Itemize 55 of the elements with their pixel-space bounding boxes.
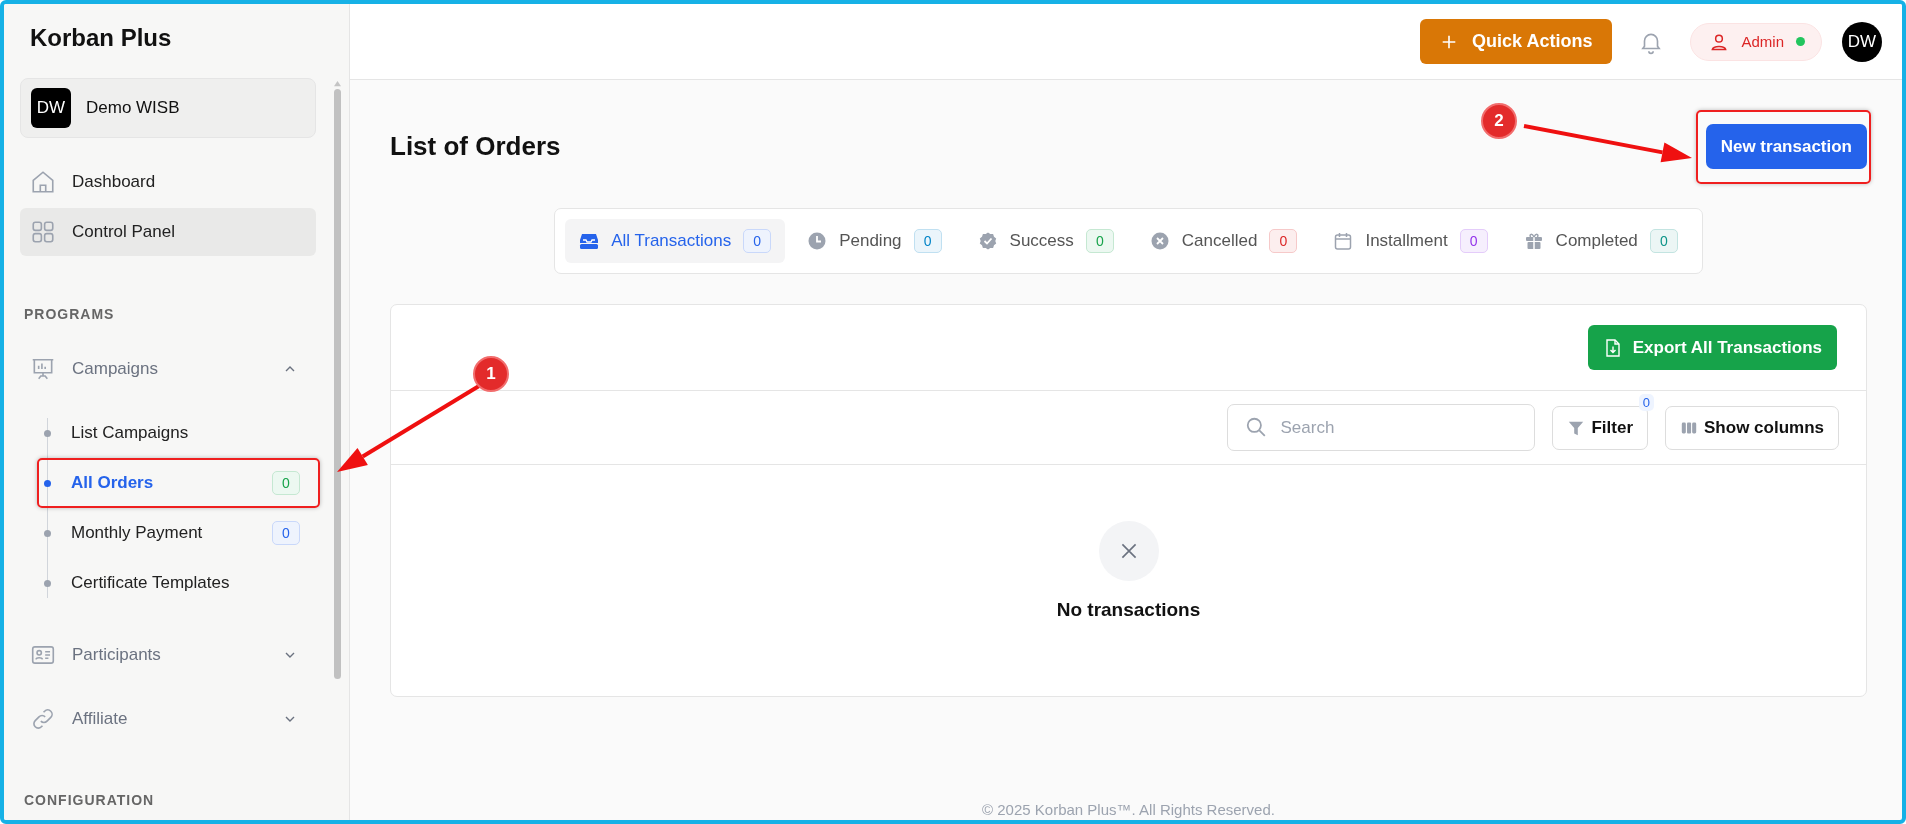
calendar-icon	[1333, 231, 1354, 251]
menu-group[interactable]: Campaigns	[20, 344, 310, 394]
nav-item[interactable]: Dashboard	[20, 158, 316, 206]
count-badge: 0	[272, 471, 300, 495]
tab[interactable]: Installment 0	[1319, 219, 1502, 263]
home-icon	[30, 169, 56, 195]
nav-item[interactable]: Control Panel	[20, 208, 316, 256]
search-icon	[1245, 416, 1268, 438]
tab[interactable]: Cancelled 0	[1135, 219, 1312, 263]
scroll-up-icon[interactable]	[332, 80, 342, 87]
submenu-item[interactable]: All Orders 0	[20, 458, 310, 508]
x-circle-icon	[1149, 231, 1170, 251]
link-icon	[30, 706, 56, 732]
tab[interactable]: All Transactions 0	[565, 219, 786, 263]
count-badge: 0	[1649, 229, 1678, 253]
step-number-badge: 2	[1481, 103, 1517, 139]
grid-icon	[30, 219, 56, 245]
section-heading: CONFIGURATION	[24, 792, 156, 808]
bullet-icon	[44, 579, 51, 587]
count-badge: 0	[272, 521, 300, 545]
gift-icon	[1523, 231, 1544, 251]
menu-group[interactable]: Affiliate	[20, 694, 310, 744]
bullet-icon	[44, 429, 51, 437]
count-badge: 0	[1085, 229, 1114, 253]
clock-icon	[807, 231, 828, 251]
submenu-item[interactable]: Monthly Payment 0	[20, 508, 310, 558]
workspace-switcher[interactable]: DW Demo WISB	[20, 78, 316, 138]
workspace-avatar: DW	[31, 88, 71, 128]
bullet-icon	[44, 529, 51, 537]
count-badge: 0	[1269, 229, 1298, 253]
submenu-item[interactable]: Certificate Templates	[20, 558, 310, 608]
bullet-icon	[44, 479, 51, 487]
filter-count-badge: 0	[1638, 393, 1655, 411]
menu-group[interactable]: Participants	[20, 630, 310, 680]
new-transaction-button[interactable]: New transaction	[1705, 124, 1867, 169]
show-columns-button[interactable]: Show columns	[1665, 405, 1839, 450]
empty-state-message: No transactions	[1056, 598, 1201, 621]
user-avatar[interactable]: DW	[1842, 21, 1882, 62]
check-badge-icon	[977, 231, 998, 251]
page-title: List of Orders	[390, 131, 561, 162]
tab[interactable]: Success 0	[963, 219, 1128, 263]
section-heading: PROGRAMS	[24, 306, 116, 322]
count-badge: 0	[743, 229, 772, 253]
inbox-icon	[579, 231, 600, 251]
submenu-item[interactable]: List Campaigns	[20, 408, 310, 458]
count-badge: 0	[913, 229, 942, 253]
workspace-name: Demo WISB	[86, 98, 180, 118]
presentation-board-icon	[30, 356, 56, 382]
footer-text: © 2025 Korban Plus™. All Rights Reserved.	[981, 801, 1276, 818]
tab[interactable]: Completed 0	[1509, 219, 1692, 263]
search-field[interactable]: Search	[1227, 404, 1536, 451]
user-menu-button[interactable]: Admin	[1690, 22, 1822, 61]
count-badge: 0	[1459, 229, 1488, 253]
tab[interactable]: Pending 0	[793, 219, 956, 263]
app-logo-text: Korban Plus	[29, 23, 173, 53]
